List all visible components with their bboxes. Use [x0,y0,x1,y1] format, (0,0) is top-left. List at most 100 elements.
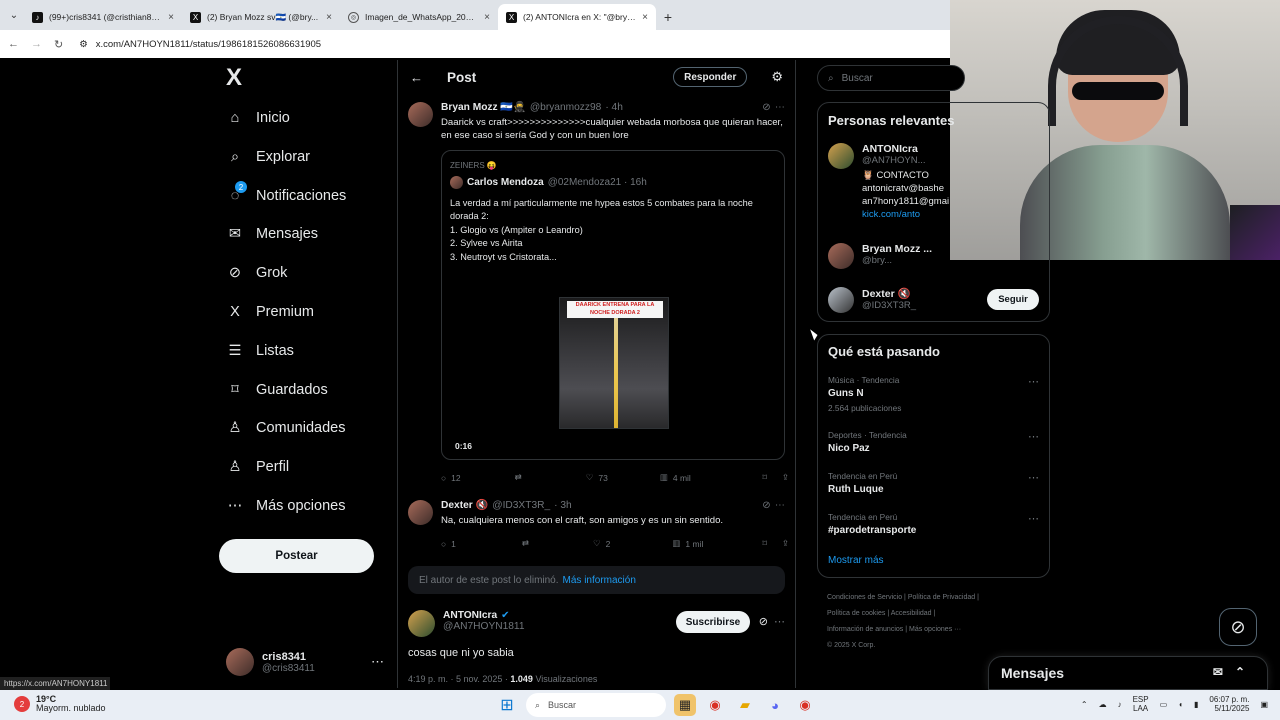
bookmark-icon[interactable]: ⌑ [763,538,767,549]
person-dexter[interactable]: Dexter 🔇 @ID3XT3R_ [828,287,916,313]
nav-item-listas[interactable]: ☰ Listas [226,337,294,365]
subscribe-button[interactable]: Suscribirse [676,611,750,633]
like-action[interactable]: ♡ 2 [593,538,610,549]
like-action[interactable]: ♡ 73 [586,472,608,483]
discord-icon[interactable]: ◕ [764,694,786,716]
reply-button[interactable]: Responder [673,67,748,87]
nav-item-perfil[interactable]: ♙ Perfil [226,453,290,481]
more-icon[interactable]: ⋯ [775,102,785,113]
windows-start-icon[interactable]: ⊞ [496,694,518,716]
tab-menu-icon[interactable]: ⌄ [4,4,24,26]
site-settings-icon[interactable]: ⚙ [79,39,88,50]
quoted-tweet[interactable]: ZEINERS 😝 Carlos Mendoza @02Mendoza21 · 1… [441,150,785,460]
avatar[interactable] [408,610,435,637]
nav-item-grok[interactable]: ⊘ Grok [226,259,288,287]
more-icon[interactable]: ⋯ [774,615,785,628]
grok-icon[interactable]: ⊘ [1219,608,1257,646]
nav-item-notificaciones[interactable]: ◌ 2 Notificaciones [226,181,346,210]
show-more-link[interactable]: Mostrar más [828,555,884,566]
browser-tab[interactable]: ◎ Imagen_de_WhatsApp_2025-1... × [340,4,498,30]
post-button[interactable]: Postear [219,539,374,573]
follow-button[interactable]: Seguir [987,289,1039,310]
more-icon[interactable]: ⋯ [1028,430,1039,443]
chart-icon: ▥ [659,472,668,482]
more-info-link[interactable]: Más información [563,575,636,586]
taskbar-search[interactable]: ⌕ Buscar [526,693,666,717]
microphone-icon[interactable]: ♪ [1118,700,1122,709]
browser-tab[interactable]: ♪ (99+)cris8341 (@cristhian8341... × [24,4,182,30]
trend-item[interactable]: Tendencia en Perú Ruth Luque ⋯ [828,471,1039,495]
nav-item-explorar[interactable]: ⌕ Explorar [226,143,310,171]
people-icon: ♙ [228,420,242,436]
nav-item-inicio[interactable]: ⌂ Inicio [226,104,290,132]
browser-tab-active[interactable]: X(2) ANTONIcra en X: "@bryanm...× [498,4,656,30]
views-action[interactable]: ▥ 1 mil [672,538,703,549]
widgets-icon[interactable]: ▦ [674,694,696,716]
tweet-dexter[interactable]: Dexter 🔇 @ID3XT3R_ · 3h ⊘ ⋯ Na, cualquiera m… [408,500,785,527]
more-icon[interactable]: ⋯ [1028,375,1039,388]
views-action[interactable]: ▥ 4 mil [660,472,691,483]
bookmark-icon[interactable]: ⌑ [763,472,767,483]
back-icon[interactable]: ← [8,38,19,50]
close-icon[interactable]: × [484,12,490,23]
url-field[interactable]: ⚙ x.com/AN7HOYN1811/status/19861815260866… [79,33,321,55]
back-icon[interactable]: ← [410,70,423,85]
grok-icon[interactable]: ⊘ [762,102,771,113]
compose-message-icon[interactable]: ✉ [1213,665,1223,679]
trend-item[interactable]: Música · Tendencia Guns N 2.564 publicacio… [828,375,1039,413]
weather-widget[interactable]: 2 19°C Mayorm. nublado [14,695,106,713]
avatar [828,243,854,269]
tweet-bryan[interactable]: Bryan Mozz 🇸🇻🥷 @bryanmozz98 · 4h ⊘ ⋯ Daarick… [408,102,785,460]
more-icon[interactable]: ⋯ [371,654,384,670]
share-icon[interactable]: ⇪ [782,472,789,483]
trend-item[interactable]: Deportes · Tendencia Nico Paz ⋯ [828,430,1039,454]
chrome-icon[interactable]: ◉ [704,694,726,716]
x-logo-icon[interactable]: X [226,66,246,90]
reload-icon[interactable]: ↻ [54,38,63,51]
folder-icon[interactable]: ▰ [734,694,756,716]
nav-item-mas-opciones[interactable]: ⋯ Más opciones [226,492,346,520]
grok-icon[interactable]: ⊘ [759,615,768,628]
messages-drawer[interactable]: Mensajes ✉ ⌃ [988,656,1268,690]
video-duration: 0:16 [455,441,473,451]
grok-icon[interactable]: ⊘ [762,500,771,511]
account-switcher[interactable]: cris8341 @cris83411 ⋯ [226,646,384,678]
webcam-person-body [1020,145,1230,260]
nav-item-guardados[interactable]: ⌑ Guardados [226,376,327,404]
nav-item-comunidades[interactable]: ♙ Comunidades [226,414,346,442]
network-icon[interactable]: ▭ [1160,700,1168,709]
chevron-up-icon[interactable]: ⌃ [1235,665,1245,679]
chevron-up-icon[interactable]: ⌃ [1081,700,1088,709]
avatar[interactable] [408,102,433,127]
browser-tab[interactable]: X (2) Bryan Mozz sv🇸🇻 (@bry... × [182,4,340,30]
person-bryan[interactable]: Bryan Mozz ... @bry... [828,243,932,269]
repost-icon[interactable]: ⇄ [515,472,522,483]
video-thumbnail[interactable]: DAARICK ENTRENA PARA LA NOCHE DORADA 2 [559,297,669,429]
trend-item[interactable]: Tendencia en Perú #parodetransporte ⋯ [828,512,1039,536]
battery-icon[interactable]: ▮ [1194,700,1198,709]
close-icon[interactable]: × [642,12,648,23]
cloud-icon[interactable]: ☁ [1099,700,1107,709]
repost-icon[interactable]: ⇄ [522,538,529,549]
avatar[interactable] [408,500,433,525]
more-icon[interactable]: ⋯ [1028,471,1039,484]
notification-icon[interactable]: ▣ [1260,700,1268,709]
close-icon[interactable]: × [168,12,174,23]
more-icon[interactable]: ⋯ [1028,512,1039,525]
close-icon[interactable]: × [326,12,332,23]
language-indicator[interactable]: ESP LAA [1133,695,1149,713]
chrome-active-icon[interactable]: ◉ [794,694,816,716]
more-icon[interactable]: ⋯ [775,500,785,511]
volume-icon[interactable]: ◖ [1178,700,1183,709]
search-input[interactable]: ⌕ Buscar [817,65,965,91]
nav-item-mensajes[interactable]: ✉ Mensajes [226,220,318,248]
reply-action[interactable]: ○ 12 [441,473,461,483]
forward-icon[interactable]: → [31,38,42,50]
clock[interactable]: 06:07 p. m. 5/11/2025 [1209,695,1249,713]
person-antonicra[interactable]: ANTONIcra @AN7HOYN... 🦉 CONTACTO antonicr… [828,143,949,221]
new-tab-button[interactable]: + [656,4,680,30]
reply-action[interactable]: ○ 1 [441,539,456,549]
filter-icon[interactable]: ⚙ [771,69,783,85]
share-icon[interactable]: ⇪ [782,538,789,549]
nav-item-premium[interactable]: X Premium [226,298,314,326]
